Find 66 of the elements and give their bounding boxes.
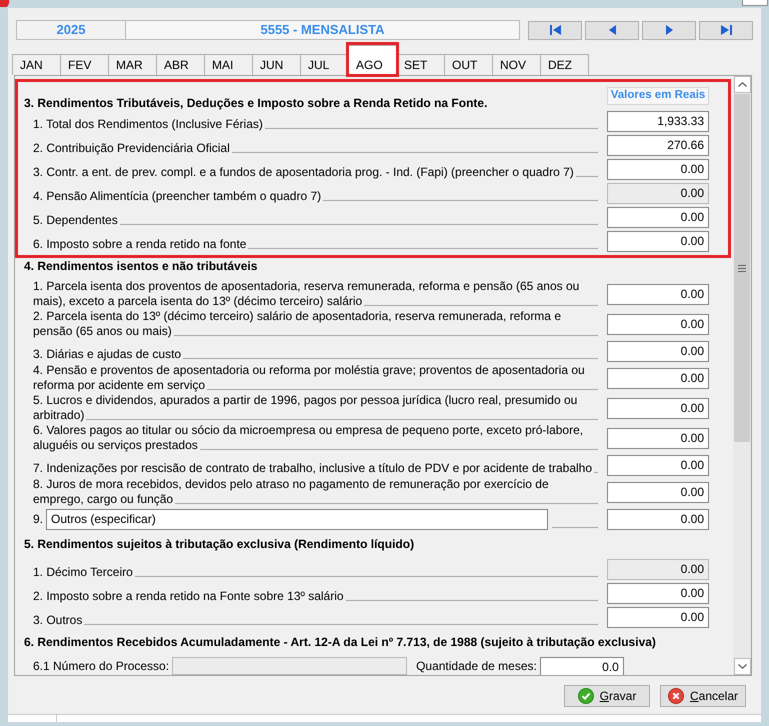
- section-heading: 4. Rendimentos isentos e não tributáveis: [24, 258, 258, 275]
- amount-field[interactable]: 0.00: [607, 508, 709, 530]
- section-heading: 3. Rendimentos Tributáveis, Deduções e Imposto sobre a Renda Retido na Fonte.: [24, 95, 488, 112]
- scroll-up-button[interactable]: [734, 76, 750, 93]
- field-label: 4. Pensão e proventos de aposentadoria ou reforma por moléstia grave; proventos de aposentadoria ou reforma por acidente em serviço: [33, 363, 598, 393]
- amount-field[interactable]: 0.00: [607, 398, 709, 418]
- cancel-button[interactable]: Cancelar: [660, 685, 746, 707]
- amount-field[interactable]: 0.00: [607, 428, 709, 448]
- year-display: 2025: [16, 20, 126, 40]
- column-header: Valores em Reais: [607, 87, 709, 105]
- previous-record-button[interactable]: [585, 20, 639, 40]
- amount-field[interactable]: 0.00: [607, 454, 709, 476]
- field-label: 1. Parcela isenta dos proventos de aposentadoria, reserva remunerada, reforma e pensão (65 anos ou mais), exceto a parcela isenta do 13º (décimo terceiro) salário: [33, 279, 598, 309]
- month-tab[interactable]: DEZ: [540, 54, 589, 75]
- last-record-button[interactable]: [699, 20, 753, 40]
- field-label: 2. Parcela isenta do 13º (décimo terceiro) salário de aposentadoria, reserva remunerada, reforma e pensão (65 anos ou mais): [33, 309, 598, 339]
- x-circle-icon: [668, 688, 684, 704]
- field-label: 3. Outros: [33, 612, 598, 628]
- amount-field[interactable]: 1,933.33: [607, 110, 709, 132]
- month-tab[interactable]: AGO: [348, 45, 397, 75]
- field-label: Quantidade de meses:: [416, 658, 537, 674]
- title-bar-button[interactable]: [742, 0, 768, 6]
- amount-field[interactable]: 0.00: [607, 368, 709, 388]
- amount-field[interactable]: 0.00: [607, 284, 709, 304]
- amount-field[interactable]: 0.00: [607, 230, 709, 252]
- amount-field[interactable]: 0.00: [607, 606, 709, 628]
- save-button[interactable]: Gravar: [564, 685, 650, 707]
- scrollbar[interactable]: [733, 76, 751, 675]
- scroll-down-button[interactable]: [734, 658, 750, 675]
- field-label: 5. Dependentes: [33, 212, 598, 228]
- field-label: 3. Contr. a ent. de prev. compl. e a fundos de aposentadoria prog. - Ind. (Fapi) (preencher o quadro 7): [33, 164, 598, 180]
- grip-icon: [738, 264, 746, 272]
- field-label: 4. Pensão Alimentícia (preencher também o quadro 7): [33, 188, 598, 204]
- section-heading: 6. Rendimentos Recebidos Acumuladamente - Art. 12-A da Lei nº 7.713, de 1988 (sujeito à tributação exclusiva): [24, 634, 656, 651]
- section-heading: 5. Rendimentos sujeitos à tributação exclusiva (Rendimento líquido): [24, 536, 414, 553]
- month-tab[interactable]: JAN: [12, 54, 61, 75]
- amount-field[interactable]: 0.00: [607, 314, 709, 334]
- description-field[interactable]: Outros (especificar): [46, 508, 548, 530]
- amount-field[interactable]: 0.00: [607, 340, 709, 362]
- field-label: 2. Contribuição Previdenciária Oficial: [33, 140, 598, 156]
- app-icon: [0, 0, 10, 7]
- scroll-thumb[interactable]: [734, 94, 750, 442]
- chevron-down-icon: [738, 664, 746, 669]
- amount-field[interactable]: 0.00: [607, 206, 709, 228]
- amount-field[interactable]: 0.00: [607, 482, 709, 502]
- field-label: 5. Lucros e dividendos, apurados a partir de 1996, pagos por pessoa jurídica (lucro real, presumido ou arbitrado): [33, 393, 598, 423]
- field-label: 8. Juros de mora recebidos, devidos pelo atraso no pagamento de remuneração por exercício de emprego, cargo ou função: [33, 477, 598, 507]
- chevron-up-icon: [738, 82, 746, 87]
- check-circle-icon: [578, 688, 594, 704]
- field-label: 6.1 Número do Processo:: [33, 658, 170, 674]
- amount-field[interactable]: 270.66: [607, 134, 709, 156]
- field-label: 6. Imposto sobre a renda retido na fonte: [33, 236, 598, 252]
- skip-to-start-icon: [548, 24, 562, 36]
- employee-display: 5555 - MENSALISTA: [125, 20, 520, 40]
- amount-field[interactable]: 0.00: [607, 582, 709, 604]
- next-record-button[interactable]: [642, 20, 696, 40]
- field-label: 6. Valores pagos ao titular ou sócio da microempresa ou empresa de pequeno porte, exceto pró-labore, aluguéis ou serviços prestados: [33, 423, 598, 453]
- amount-field[interactable]: 0.00: [607, 158, 709, 180]
- item-number: 9.: [32, 512, 44, 526]
- field-label: 7. Indenizações por rescisão de contrato de trabalho, inclusive a título de PDV e por acidente de trabalho: [33, 460, 598, 476]
- field-label: 1. Total dos Rendimentos (Inclusive Férias): [33, 116, 598, 132]
- field-label: 2. Imposto sobre a renda retido na Fonte sobre 13º salário: [33, 588, 598, 604]
- field-label: 3. Diárias e ajudas de custo: [33, 346, 598, 362]
- first-record-button[interactable]: [528, 20, 582, 40]
- field-label: 1. Décimo Terceiro: [33, 564, 598, 580]
- skip-to-end-icon: [720, 24, 732, 36]
